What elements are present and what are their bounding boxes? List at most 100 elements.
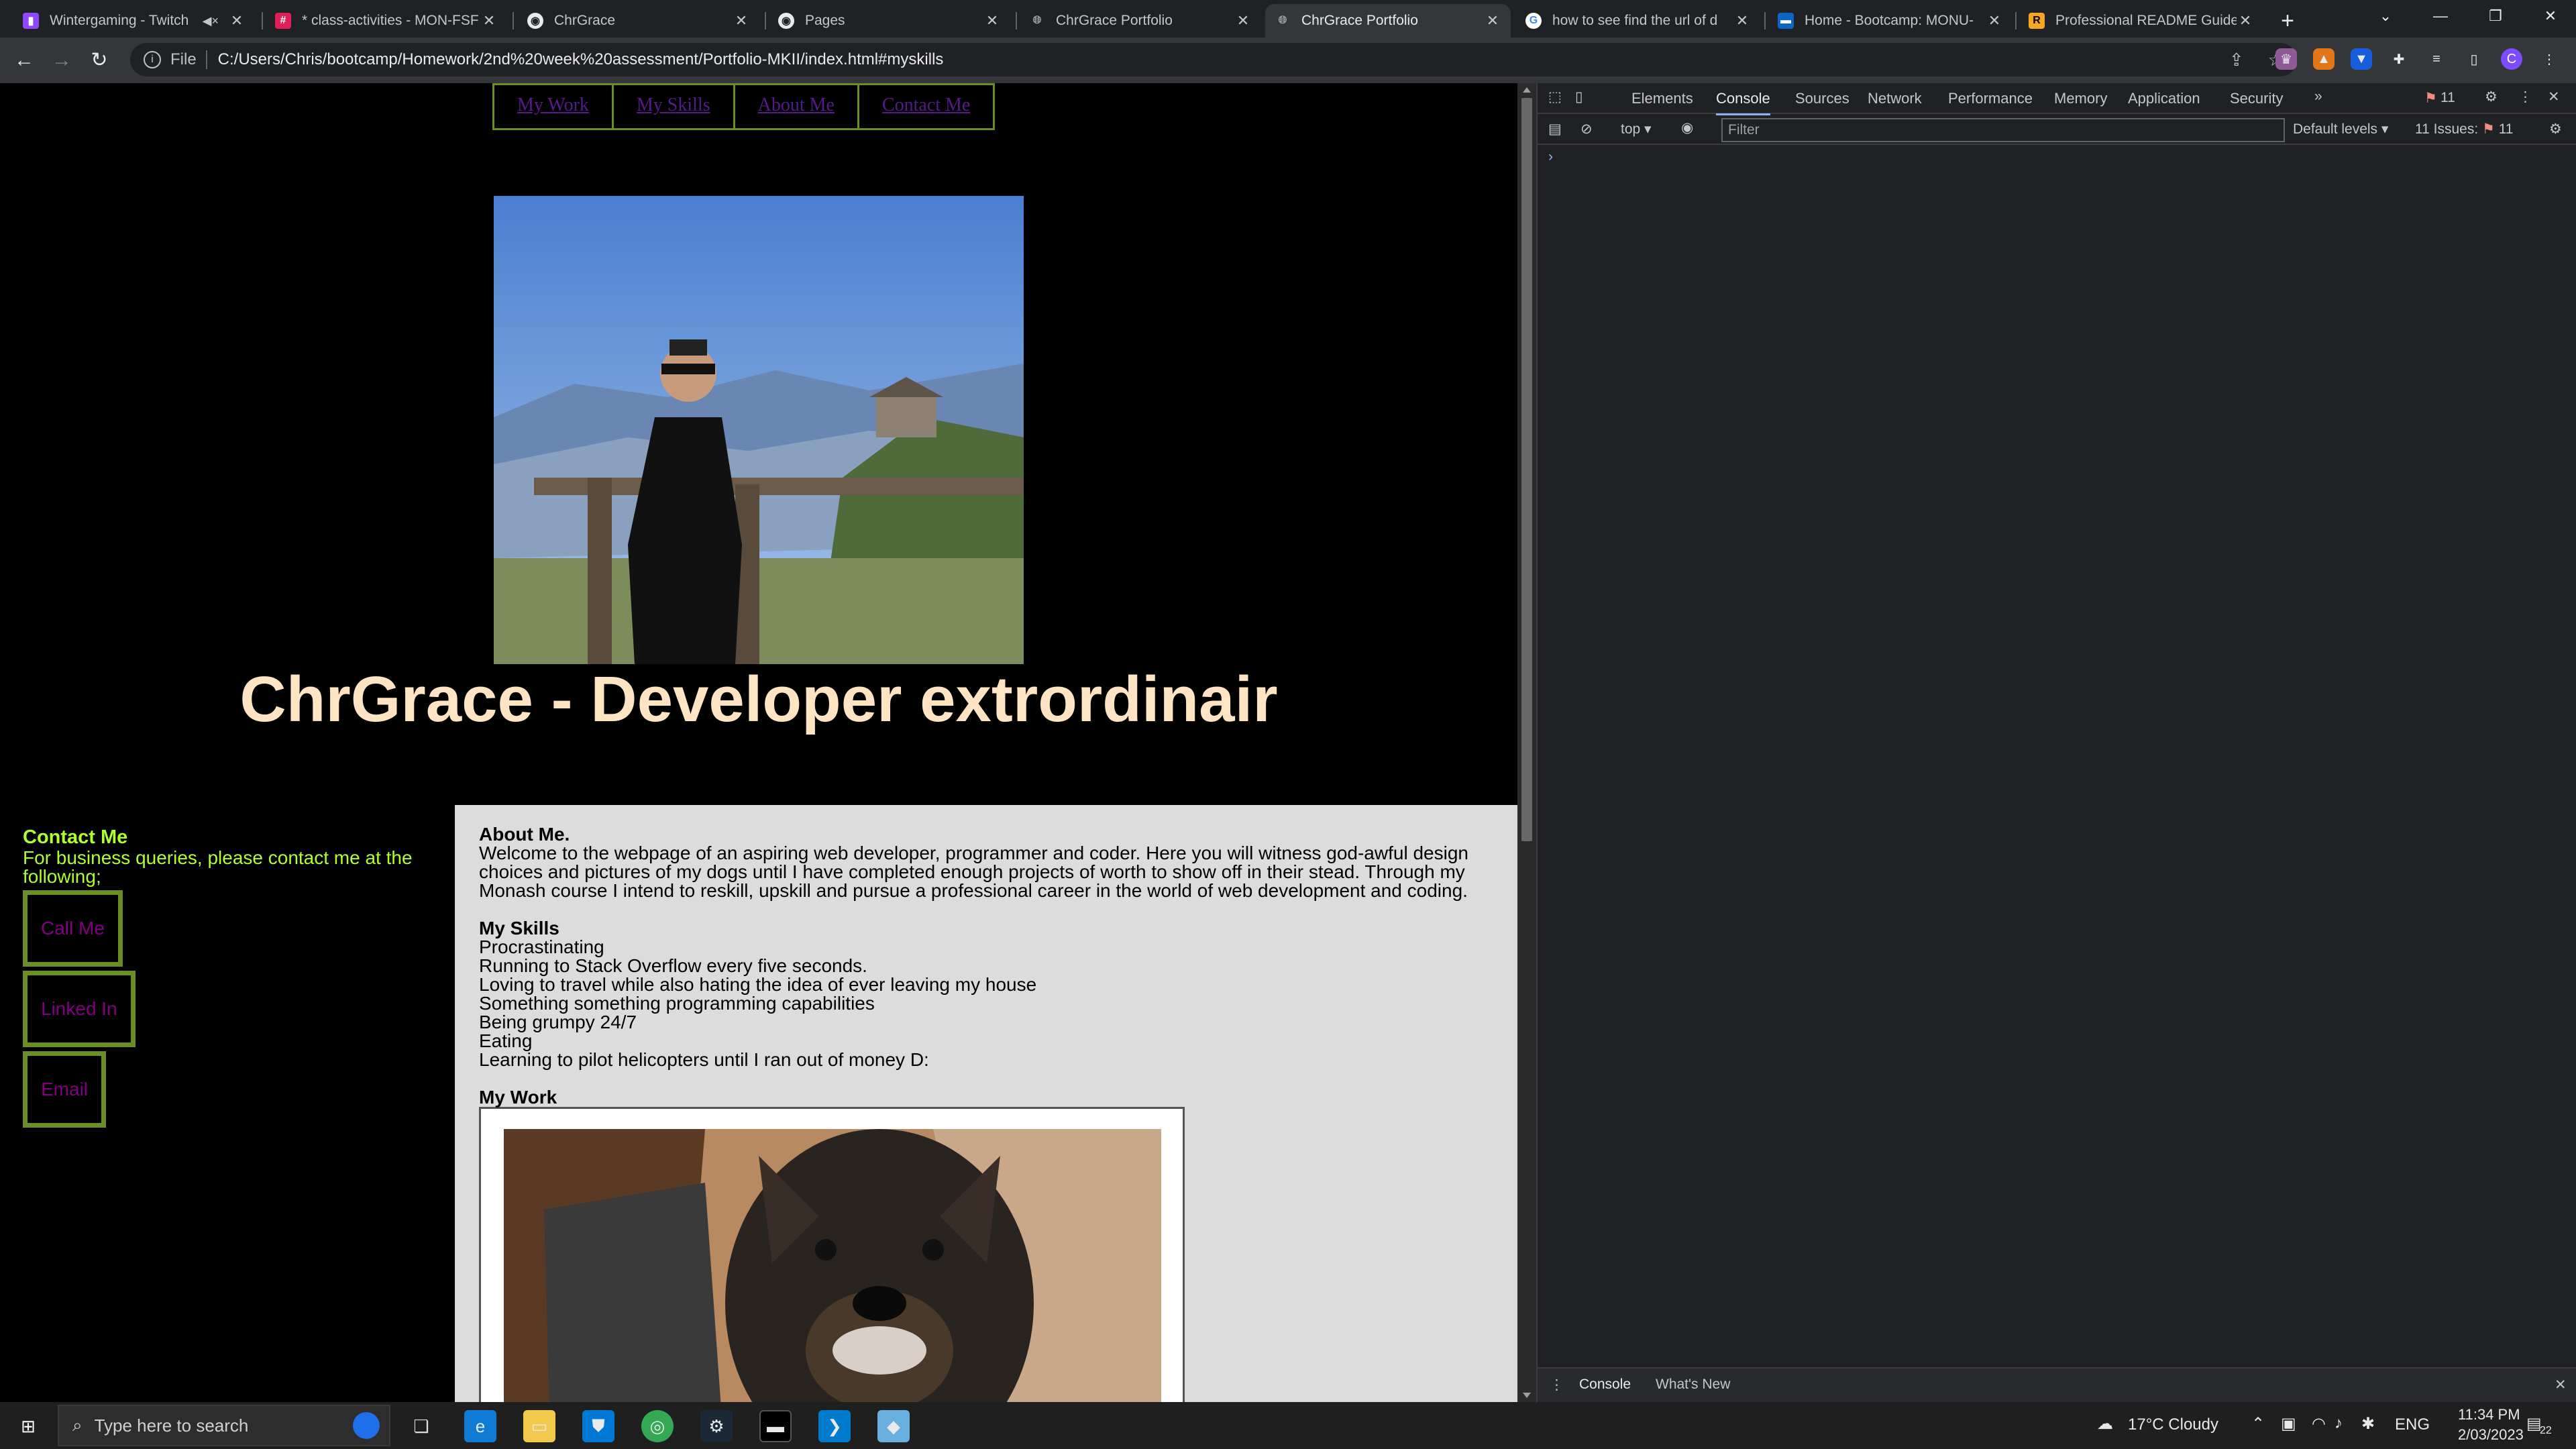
browser-tab[interactable]: 🌐︎ ChrGrace Portfolio ✕	[1020, 4, 1261, 38]
browser-tab[interactable]: R Professional README Guide ✕	[2019, 4, 2263, 38]
vscode-icon[interactable]: ❯	[818, 1410, 851, 1442]
address-bar[interactable]: i File C:/Users/Chris/bootcamp/Homework/…	[130, 43, 2297, 76]
bing-icon[interactable]	[353, 1412, 380, 1439]
sidebar-toggle-icon[interactable]: ▤	[1548, 121, 1562, 138]
tab-search-icon[interactable]: ⌄	[2364, 3, 2407, 30]
inspect-element-icon[interactable]: ⬚	[1548, 89, 1562, 105]
chrome-icon[interactable]: ◎	[641, 1410, 674, 1442]
bluetooth-icon[interactable]: ✱	[2361, 1414, 2375, 1434]
edge-icon[interactable]: e	[464, 1410, 496, 1442]
close-icon[interactable]: ✕	[1986, 12, 2003, 30]
more-tabs-chevron-icon[interactable]: »	[2314, 89, 2322, 105]
devtools-tab-application[interactable]: Application	[2128, 90, 2200, 107]
browser-tab[interactable]: # * class-activities - MON-FSF ✕	[266, 4, 507, 38]
devtools-tab-security[interactable]: Security	[2230, 90, 2283, 107]
bitwarden-icon[interactable]: ▼	[2351, 48, 2372, 70]
task-view-icon[interactable]: ❏	[405, 1410, 437, 1442]
clock-time[interactable]: 11:34 PM	[2458, 1406, 2520, 1424]
forward-arrow-icon[interactable]: →	[48, 47, 75, 74]
close-icon[interactable]: ✕	[733, 12, 750, 30]
close-window-button[interactable]: ✕	[2529, 3, 2572, 30]
device-toolbar-icon[interactable]: ▯	[1575, 89, 1583, 105]
drawer-tab-console[interactable]: Console	[1579, 1377, 1631, 1393]
scroll-up-arrow[interactable]	[1523, 87, 1531, 93]
url-text[interactable]: C:/Users/Chris/bootcamp/Homework/2nd%20w…	[218, 50, 2205, 69]
close-drawer-icon[interactable]: ✕	[2555, 1377, 2567, 1393]
language-indicator[interactable]: ENG	[2395, 1415, 2430, 1434]
email-button[interactable]: Email	[23, 1051, 107, 1128]
clock-date[interactable]: 2/03/2023	[2458, 1426, 2524, 1444]
browser-tab[interactable]: G how to see find the url of d ✕	[1516, 4, 1760, 38]
devtools-tab-elements[interactable]: Elements	[1631, 90, 1693, 107]
puzzle-icon[interactable]: ✚	[2388, 48, 2410, 70]
windows-start-icon[interactable]: ⊞	[12, 1410, 44, 1442]
close-icon[interactable]: ✕	[2237, 12, 2254, 30]
menu-kebab-icon[interactable]: ⋮	[2538, 48, 2560, 70]
issues-button[interactable]: 11 Issues: ⚑ 11	[2415, 121, 2514, 138]
file-explorer-icon[interactable]: ▭	[523, 1410, 555, 1442]
close-devtools-icon[interactable]: ✕	[2548, 89, 2560, 105]
tray-chevron-icon[interactable]: ⌃	[2251, 1414, 2265, 1434]
context-selector[interactable]: top ▾	[1621, 121, 1652, 138]
metamask-icon[interactable]: ▲	[2313, 48, 2334, 70]
extension-icon[interactable]: ♛	[2275, 48, 2297, 70]
taskbar-search[interactable]: ⌕ Type here to search	[58, 1405, 390, 1446]
settings-gear-icon[interactable]: ⚙	[2485, 89, 2498, 105]
console-filter-input[interactable]: Filter	[1721, 118, 2285, 142]
browser-tab[interactable]: ◉ Pages ✕	[769, 4, 1010, 38]
speaker-muted-icon[interactable]: ◀×	[203, 14, 219, 28]
linkedin-button[interactable]: Linked In	[23, 971, 136, 1047]
live-expression-eye-icon[interactable]: ◉	[1681, 119, 1693, 136]
terminal-icon[interactable]: ▬	[759, 1410, 792, 1442]
nav-link-about-me[interactable]: About Me	[733, 83, 859, 130]
weather-text[interactable]: 17°C Cloudy	[2128, 1415, 2218, 1434]
steam-icon[interactable]: ⚙	[700, 1410, 733, 1442]
reload-icon[interactable]: ↻	[86, 47, 113, 74]
browser-tab[interactable]: ◉ ChrGrace ✕	[518, 4, 759, 38]
console-settings-gear-icon[interactable]: ⚙	[2549, 121, 2562, 138]
devtools-tab-sources[interactable]: Sources	[1795, 90, 1849, 107]
clear-console-icon[interactable]: ⊘	[1580, 121, 1593, 138]
tray-app-icon[interactable]: ▣	[2281, 1414, 2296, 1434]
call-me-button[interactable]: Call Me	[23, 890, 123, 967]
weather-cloud-icon[interactable]: ☁	[2097, 1414, 2113, 1434]
drawer-tab-whats-new[interactable]: What's New	[1656, 1377, 1730, 1393]
reading-list-icon[interactable]: ≡	[2426, 48, 2447, 70]
work-card[interactable]	[479, 1107, 1185, 1402]
app-icon[interactable]: ◆	[877, 1410, 910, 1442]
nav-link-my-skills[interactable]: My Skills	[611, 83, 735, 130]
close-icon[interactable]: ✕	[983, 12, 1001, 30]
new-tab-button[interactable]: +	[2274, 8, 2301, 35]
info-icon[interactable]: i	[144, 51, 161, 68]
scroll-down-arrow[interactable]	[1523, 1393, 1531, 1398]
devtools-tab-performance[interactable]: Performance	[1948, 90, 2033, 107]
devtools-menu-icon[interactable]: ⋮	[2518, 89, 2532, 105]
nav-link-my-work[interactable]: My Work	[492, 83, 614, 130]
side-panel-icon[interactable]: ▯	[2463, 48, 2485, 70]
browser-tab[interactable]: ▬ Home - Bootcamp: MONU- ✕	[1768, 4, 2012, 38]
store-icon[interactable]: ⛊	[582, 1410, 614, 1442]
console-prompt-caret[interactable]: ›	[1548, 149, 1553, 165]
restore-button[interactable]: ❐	[2474, 3, 2517, 30]
close-icon[interactable]: ✕	[228, 12, 246, 30]
log-levels-dropdown[interactable]: Default levels ▾	[2293, 121, 2388, 138]
page-scrollbar[interactable]	[1517, 83, 1536, 1402]
close-icon[interactable]: ✕	[1234, 12, 1252, 30]
share-icon[interactable]: ⇪	[2229, 50, 2244, 70]
devtools-tab-network[interactable]: Network	[1868, 90, 1922, 107]
nav-link-contact-me[interactable]: Contact Me	[857, 83, 996, 130]
network-icon[interactable]: ◠	[2312, 1414, 2326, 1434]
close-icon[interactable]: ✕	[480, 12, 498, 30]
error-flag-icon[interactable]: ⚑	[2424, 90, 2437, 107]
minimize-button[interactable]: —	[2419, 3, 2462, 30]
devtools-tab-memory[interactable]: Memory	[2054, 90, 2107, 107]
close-icon[interactable]: ✕	[1733, 12, 1751, 30]
browser-tab[interactable]: ▮ Wintergaming - Twitch ◀× ✕	[13, 4, 255, 38]
back-arrow-icon[interactable]: ←	[11, 47, 38, 74]
profile-avatar[interactable]: C	[2501, 48, 2522, 70]
devtools-tab-console[interactable]: Console	[1716, 90, 1770, 115]
close-icon[interactable]: ✕	[1484, 12, 1501, 30]
drawer-menu-icon[interactable]: ⋮	[1550, 1377, 1564, 1393]
speaker-icon[interactable]: ♪	[2334, 1414, 2343, 1433]
browser-tab-active[interactable]: 🌐︎ ChrGrace Portfolio ✕	[1265, 4, 1511, 38]
